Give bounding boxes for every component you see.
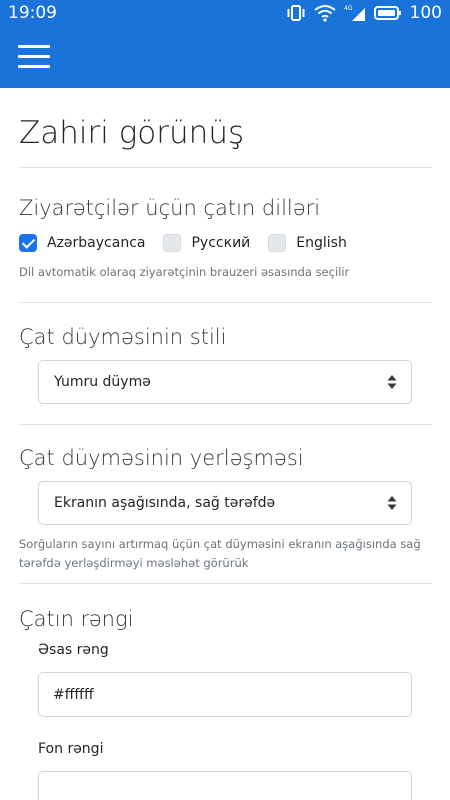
status-bar: 19:09 4G 100 — [0, 0, 450, 30]
language-option-english[interactable]: English — [268, 234, 347, 252]
settings-content: Zahiri görünüş Ziyarətçilər üçün çatın d… — [19, 88, 432, 800]
network-type: 4G — [344, 5, 353, 12]
languages-heading: Ziyarətçilər üçün çatın dilləri — [19, 196, 321, 220]
button-style-select[interactable]: Yumru düymə — [38, 360, 412, 404]
divider — [19, 167, 432, 168]
vibrate-icon — [286, 4, 306, 22]
checkbox-label: English — [296, 235, 347, 251]
checkbox-label: Azərbaycanca — [47, 235, 146, 251]
status-icons: 4G 100 — [286, 3, 442, 23]
checkbox-russian[interactable] — [163, 234, 182, 252]
status-time: 19:09 — [8, 3, 57, 23]
button-position-heading: Çat düyməsinin yerləşməsi — [19, 446, 304, 470]
select-value: Yumru düymə — [54, 374, 151, 390]
button-position-select[interactable]: Ekranın aşağısında, sağ tərəfdə — [38, 481, 412, 525]
page-title: Zahiri görünüş — [19, 115, 245, 151]
divider — [19, 583, 432, 584]
battery-icon — [373, 5, 402, 21]
app-bar — [0, 30, 450, 88]
battery-level: 100 — [409, 3, 442, 23]
chat-color-heading: Çatın rəngi — [19, 607, 134, 631]
languages-help-text: Dil avtomatik olaraq ziyarətçinin brauze… — [19, 265, 350, 279]
language-option-russian[interactable]: Русский — [163, 234, 250, 252]
checkbox-label: Русский — [191, 235, 251, 251]
button-position-help-text: Sorğuların sayını artırmaq üçün çat düym… — [19, 537, 421, 570]
select-caret-icon — [387, 495, 397, 511]
divider — [19, 302, 432, 303]
language-checkboxes: Azərbaycanca Русский English — [19, 233, 432, 253]
checkbox-english[interactable] — [268, 234, 287, 252]
button-style-heading: Çat düyməsinin stili — [19, 325, 227, 349]
select-caret-icon — [387, 374, 397, 390]
background-color-input[interactable] — [38, 771, 412, 800]
divider — [19, 424, 432, 425]
select-value: Ekranın aşağısında, sağ tərəfdə — [54, 495, 276, 511]
background-color-label: Fon rəngi — [38, 741, 104, 757]
wifi-icon — [313, 4, 336, 22]
checkbox-azerbaijani[interactable] — [19, 234, 37, 252]
hamburger-menu-icon[interactable] — [18, 43, 50, 71]
language-option-azerbaijani[interactable]: Azərbaycanca — [19, 234, 145, 252]
main-color-label: Əsas rəng — [38, 642, 109, 658]
cellular-signal-icon: 4G — [344, 4, 366, 22]
main-color-input[interactable] — [38, 672, 412, 717]
